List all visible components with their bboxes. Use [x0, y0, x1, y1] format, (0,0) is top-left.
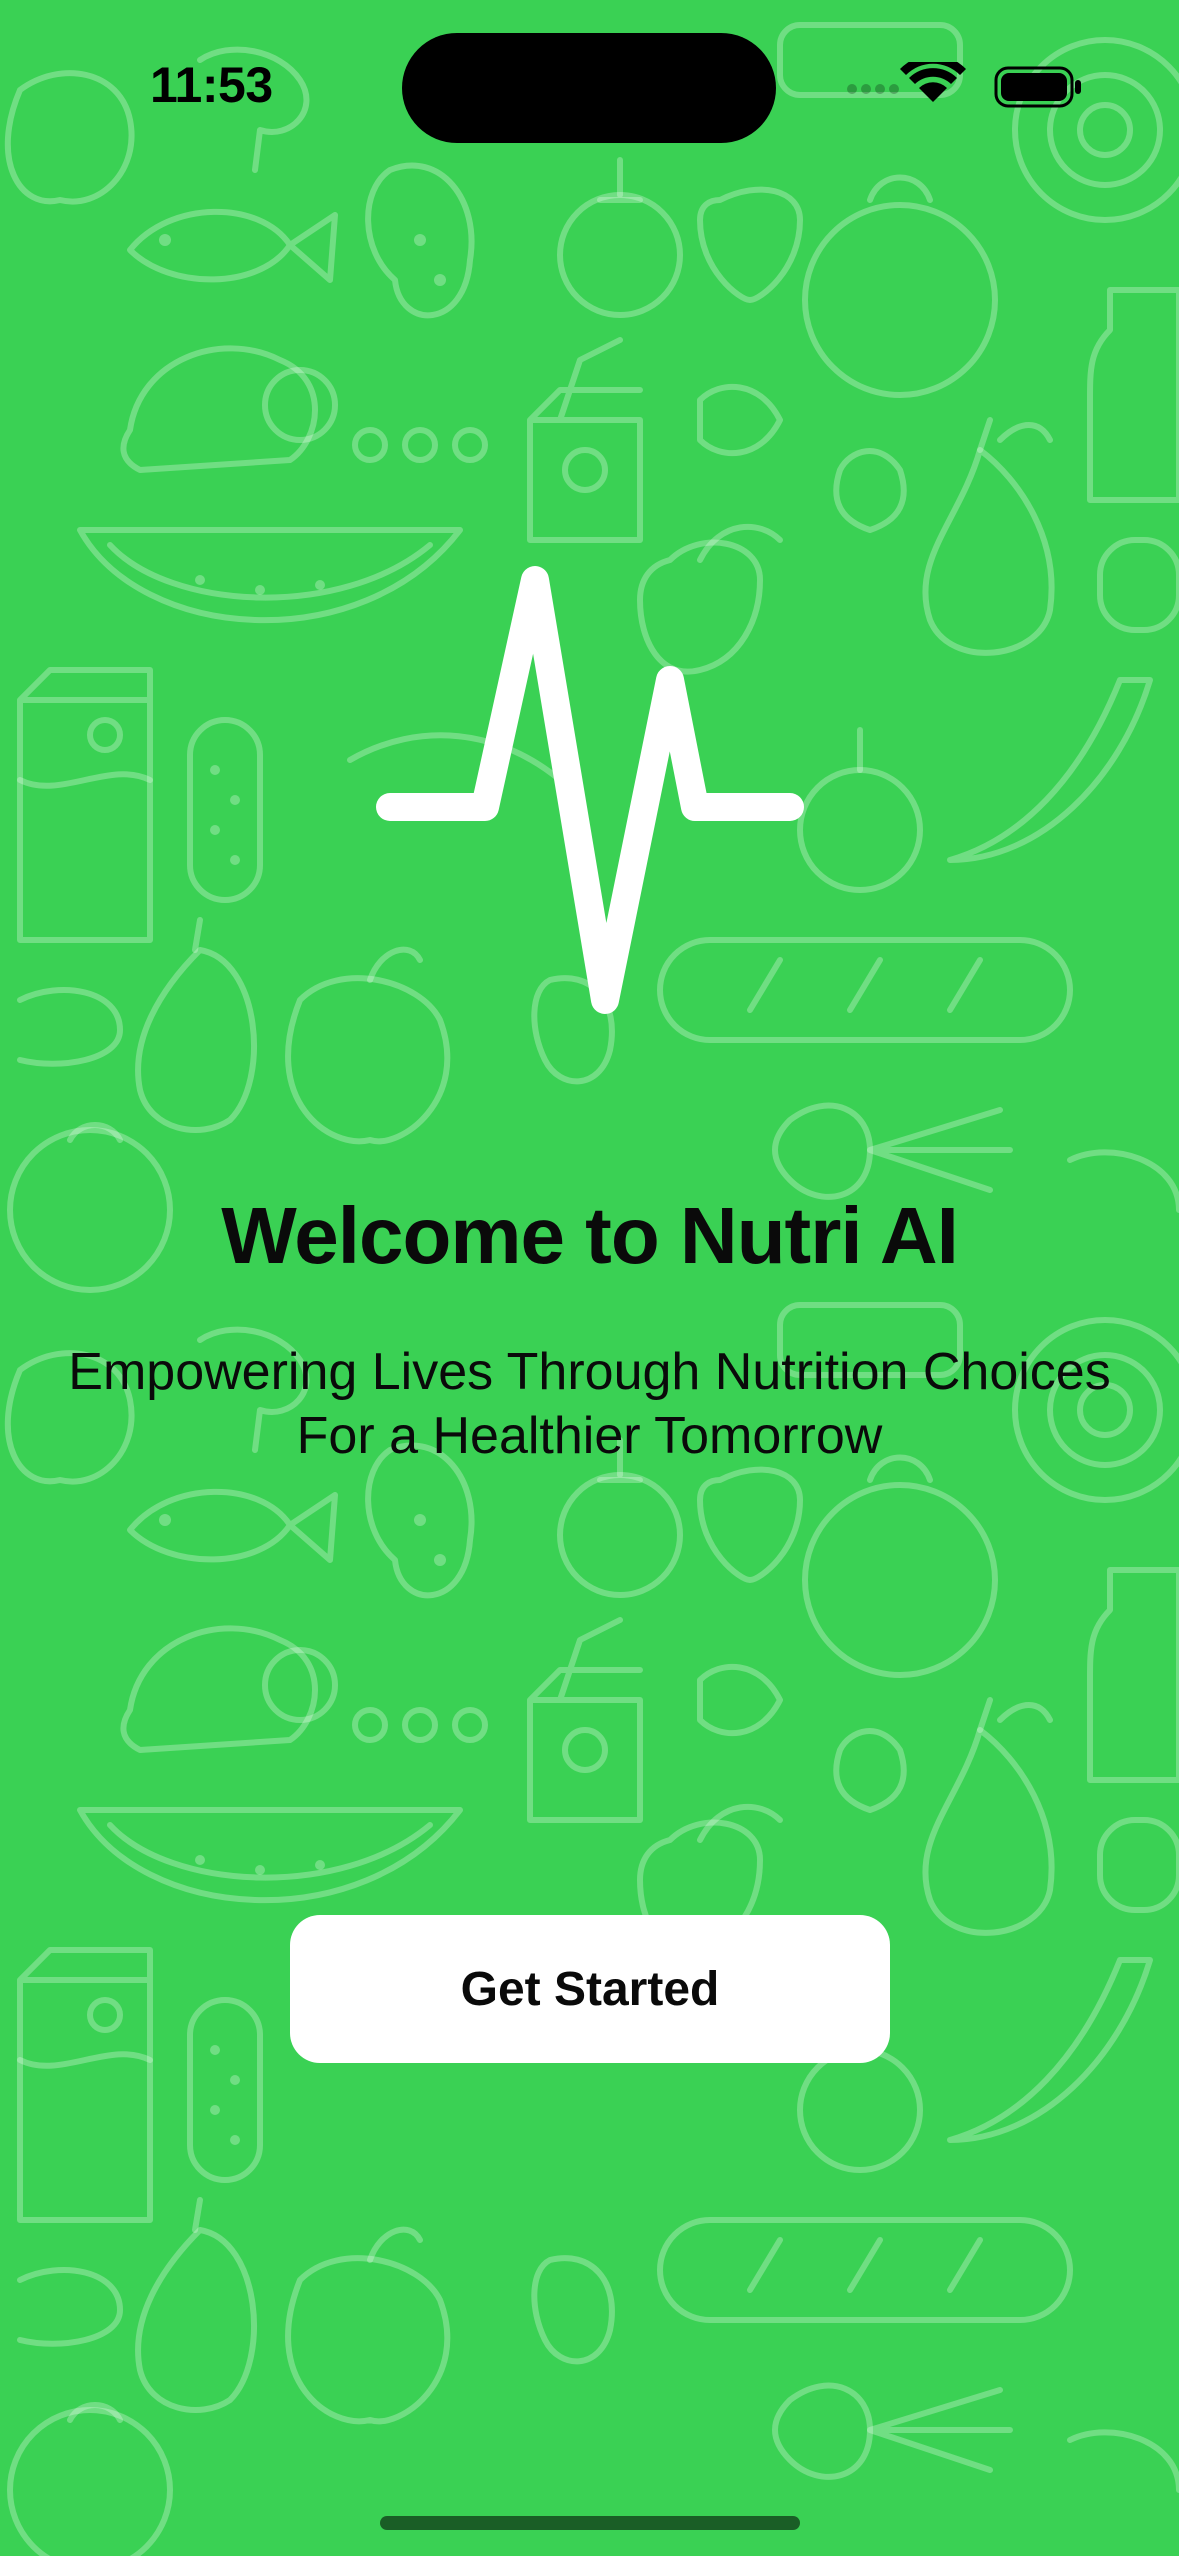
welcome-subtitle: Empowering Lives Through Nutrition Choic… — [0, 1340, 1179, 1468]
dynamic-island — [402, 33, 776, 143]
pulse-icon — [376, 566, 804, 1014]
get-started-button[interactable]: Get Started — [290, 1915, 890, 2063]
status-icons — [847, 62, 1081, 108]
battery-icon — [994, 66, 1081, 108]
home-indicator[interactable] — [380, 2516, 800, 2530]
welcome-title: Welcome to Nutri AI — [221, 1191, 959, 1280]
status-time: 11:53 — [150, 57, 273, 113]
subtitle-line-1: Empowering Lives Through Nutrition Choic… — [68, 1343, 1111, 1401]
wifi-icon — [900, 62, 966, 102]
signal-dots-icon — [847, 84, 899, 94]
subtitle-line-2: For a Healthier Tomorrow — [296, 1407, 883, 1465]
welcome-screen: 11:53 Welcome to Nutri AI Empowering Liv… — [0, 0, 1179, 2556]
